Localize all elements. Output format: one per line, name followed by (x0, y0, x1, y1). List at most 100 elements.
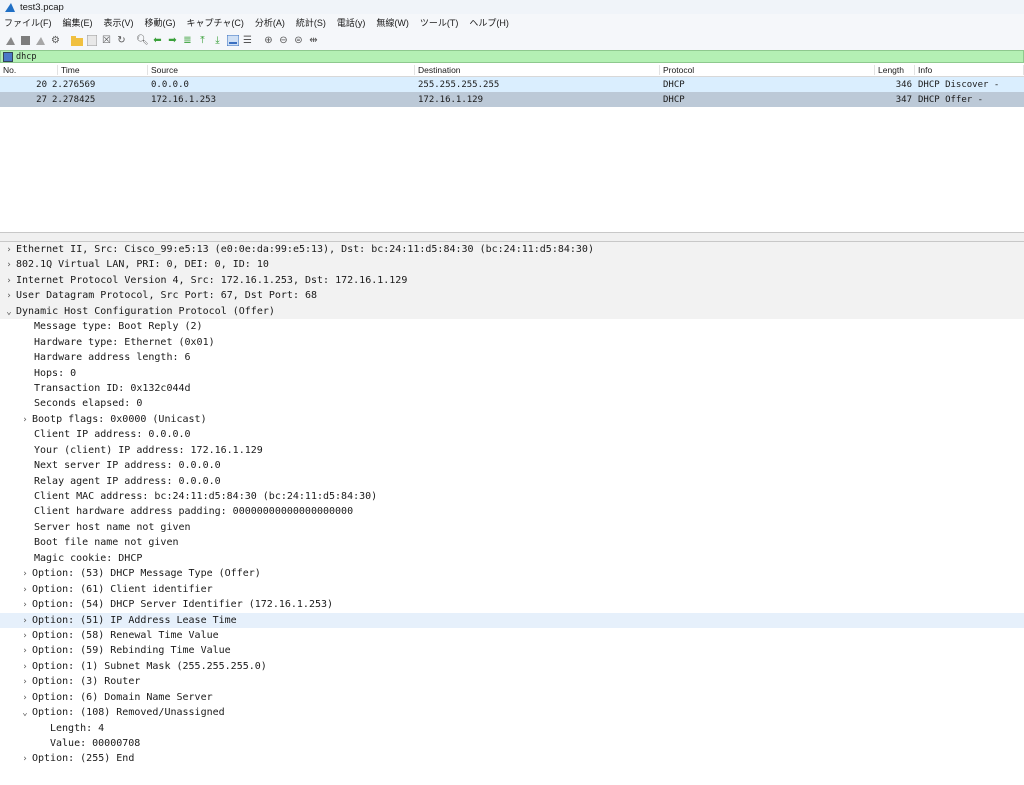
bookmark-icon[interactable] (3, 51, 13, 62)
tree-field[interactable]: Magic cookie: DHCP (0, 551, 1024, 566)
tree-item-option-51[interactable]: › Option: (51) IP Address Lease Time (0, 612, 1024, 629)
chevron-right-icon[interactable]: › (18, 629, 32, 644)
tree-field[interactable]: Client MAC address: bc:24:11:d5:84:30 (b… (0, 489, 1024, 504)
go-first-icon[interactable]: ⤒ (196, 34, 209, 47)
menu-tools[interactable]: ツール(T) (420, 16, 459, 29)
chevron-right-icon[interactable]: › (2, 289, 16, 304)
tree-item-option-58[interactable]: › Option: (58) Renewal Time Value (0, 628, 1024, 643)
tree-item-option-61[interactable]: › Option: (61) Client identifier (0, 582, 1024, 597)
tree-field[interactable]: Next server IP address: 0.0.0.0 (0, 458, 1024, 473)
colorize-icon[interactable]: ☰ (241, 34, 254, 47)
tree-field[interactable]: Relay agent IP address: 0.0.0.0 (0, 474, 1024, 489)
zoom-in-icon[interactable]: ⊕ (262, 34, 275, 47)
tree-field[interactable]: Boot file name not given (0, 535, 1024, 550)
tree-field[interactable]: Hardware address length: 6 (0, 350, 1024, 365)
open-folder-icon[interactable] (70, 34, 83, 47)
menu-statistics[interactable]: 統計(S) (296, 16, 326, 29)
start-capture-icon[interactable] (4, 34, 17, 47)
chevron-right-icon[interactable]: › (18, 413, 32, 428)
menu-help[interactable]: ヘルプ(H) (469, 16, 509, 29)
search-icon[interactable]: 🔍︎ (136, 34, 149, 47)
packet-row[interactable]: 20 2.276569 0.0.0.0 255.255.255.255 DHCP… (0, 77, 1024, 92)
chevron-right-icon[interactable]: › (2, 243, 16, 258)
tree-item-option-53[interactable]: › Option: (53) DHCP Message Type (Offer) (0, 566, 1024, 581)
close-file-icon[interactable]: ☒ (100, 34, 113, 47)
chevron-down-icon[interactable]: ⌄ (2, 305, 16, 320)
chevron-right-icon[interactable]: › (18, 675, 32, 690)
tree-item-option-6[interactable]: › Option: (6) Domain Name Server (0, 690, 1024, 705)
column-header-info[interactable]: Info (915, 64, 1024, 75)
column-header-protocol[interactable]: Protocol (660, 64, 875, 75)
chevron-down-icon[interactable]: ⌄ (18, 706, 32, 721)
chevron-right-icon[interactable]: › (2, 274, 16, 289)
packet-info: DHCP Discover - (918, 79, 1000, 90)
packet-row-selected[interactable]: 27 2.278425 172.16.1.253 172.16.1.129 DH… (0, 92, 1024, 107)
tree-item-bootp-flags[interactable]: › Bootp flags: 0x0000 (Unicast) (0, 412, 1024, 427)
column-header-source[interactable]: Source (148, 64, 415, 75)
stop-capture-icon[interactable] (19, 34, 32, 47)
pane-splitter[interactable] (0, 233, 1024, 242)
menu-go[interactable]: 移動(G) (145, 16, 176, 29)
tree-field[interactable]: Hardware type: Ethernet (0x01) (0, 335, 1024, 350)
restart-capture-icon[interactable] (34, 34, 47, 47)
menu-file[interactable]: ファイル(F) (4, 16, 52, 29)
chevron-right-icon[interactable]: › (18, 583, 32, 598)
go-back-icon[interactable]: ⬅ (151, 34, 164, 47)
column-header-length[interactable]: Length (875, 64, 915, 75)
tree-item-option-3[interactable]: › Option: (3) Router (0, 674, 1024, 689)
tree-item-option-54[interactable]: › Option: (54) DHCP Server Identifier (17… (0, 597, 1024, 612)
chevron-right-icon[interactable]: › (18, 598, 32, 613)
packet-no: 27 (36, 94, 47, 105)
chevron-right-icon[interactable]: › (18, 752, 32, 767)
tree-item-option-1[interactable]: › Option: (1) Subnet Mask (255.255.255.0) (0, 659, 1024, 674)
tree-field[interactable]: Value: 00000708 (0, 736, 1024, 751)
tree-field[interactable]: Message type: Boot Reply (2) (0, 319, 1024, 334)
tree-field[interactable]: Your (client) IP address: 172.16.1.129 (0, 443, 1024, 458)
go-to-packet-icon[interactable]: ≣ (181, 34, 194, 47)
column-header-destination[interactable]: Destination (415, 64, 660, 75)
zoom-normal-icon[interactable]: ⊜ (292, 34, 305, 47)
column-header-time[interactable]: Time (58, 64, 148, 75)
zoom-out-icon[interactable]: ⊖ (277, 34, 290, 47)
chevron-right-icon[interactable]: › (18, 644, 32, 659)
tree-field[interactable]: Length: 4 (0, 721, 1024, 736)
display-filter-input[interactable]: dhcp (16, 52, 36, 62)
tree-item-ethernet[interactable]: › Ethernet II, Src: Cisco_99:e5:13 (e0:0e… (0, 242, 1024, 258)
chevron-right-icon[interactable]: › (18, 567, 32, 582)
tree-item-dhcp[interactable]: ⌄ Dynamic Host Configuration Protocol (Of… (0, 303, 1024, 320)
tree-item-option-59[interactable]: › Option: (59) Rebinding Time Value (0, 643, 1024, 658)
menu-telephony[interactable]: 電話(y) (337, 16, 366, 29)
tree-field[interactable]: Client IP address: 0.0.0.0 (0, 427, 1024, 442)
menu-capture[interactable]: キャプチャ(C) (187, 16, 244, 29)
chevron-right-icon[interactable]: › (18, 660, 32, 675)
tree-item-option-255[interactable]: › Option: (255) End (0, 751, 1024, 766)
tree-item-vlan[interactable]: › 802.1Q Virtual LAN, PRI: 0, DEI: 0, ID:… (0, 257, 1024, 273)
tree-item-label: Bootp flags: 0x0000 (Unicast) (32, 413, 207, 425)
tree-item-option-108[interactable]: ⌄ Option: (108) Removed/Unassigned (0, 705, 1024, 720)
packet-destination: 255.255.255.255 (418, 79, 500, 90)
menu-wireless[interactable]: 無線(W) (376, 16, 409, 29)
tree-item-udp[interactable]: › User Datagram Protocol, Src Port: 67, D… (0, 288, 1024, 304)
menu-edit[interactable]: 編集(E) (63, 16, 93, 29)
tree-item-label: Option: (54) DHCP Server Identifier (172… (32, 599, 334, 611)
save-file-icon[interactable] (85, 34, 98, 47)
reload-icon[interactable]: ↻ (115, 34, 128, 47)
menu-analyze[interactable]: 分析(A) (255, 16, 285, 29)
go-forward-icon[interactable]: ➡ (166, 34, 179, 47)
column-header-no[interactable]: No. (0, 64, 58, 75)
chevron-right-icon[interactable]: › (2, 258, 16, 273)
tree-field[interactable]: Seconds elapsed: 0 (0, 396, 1024, 411)
go-last-icon[interactable]: ⤓ (211, 34, 224, 47)
menu-view[interactable]: 表示(V) (104, 16, 134, 29)
chevron-right-icon[interactable]: › (18, 691, 32, 706)
tree-item-ipv4[interactable]: › Internet Protocol Version 4, Src: 172.1… (0, 272, 1024, 289)
tree-field[interactable]: Client hardware address padding: 0000000… (0, 504, 1024, 519)
resize-columns-icon[interactable]: ⇹ (307, 34, 320, 47)
autoscroll-icon[interactable] (226, 34, 239, 47)
tree-field[interactable]: Transaction ID: 0x132c044d (0, 381, 1024, 396)
display-filter-bar[interactable]: dhcp (0, 50, 1024, 63)
chevron-right-icon[interactable]: › (18, 614, 32, 629)
tree-field[interactable]: Server host name not given (0, 520, 1024, 535)
tree-field[interactable]: Hops: 0 (0, 366, 1024, 381)
capture-options-gear-icon[interactable]: ⚙ (49, 34, 62, 47)
